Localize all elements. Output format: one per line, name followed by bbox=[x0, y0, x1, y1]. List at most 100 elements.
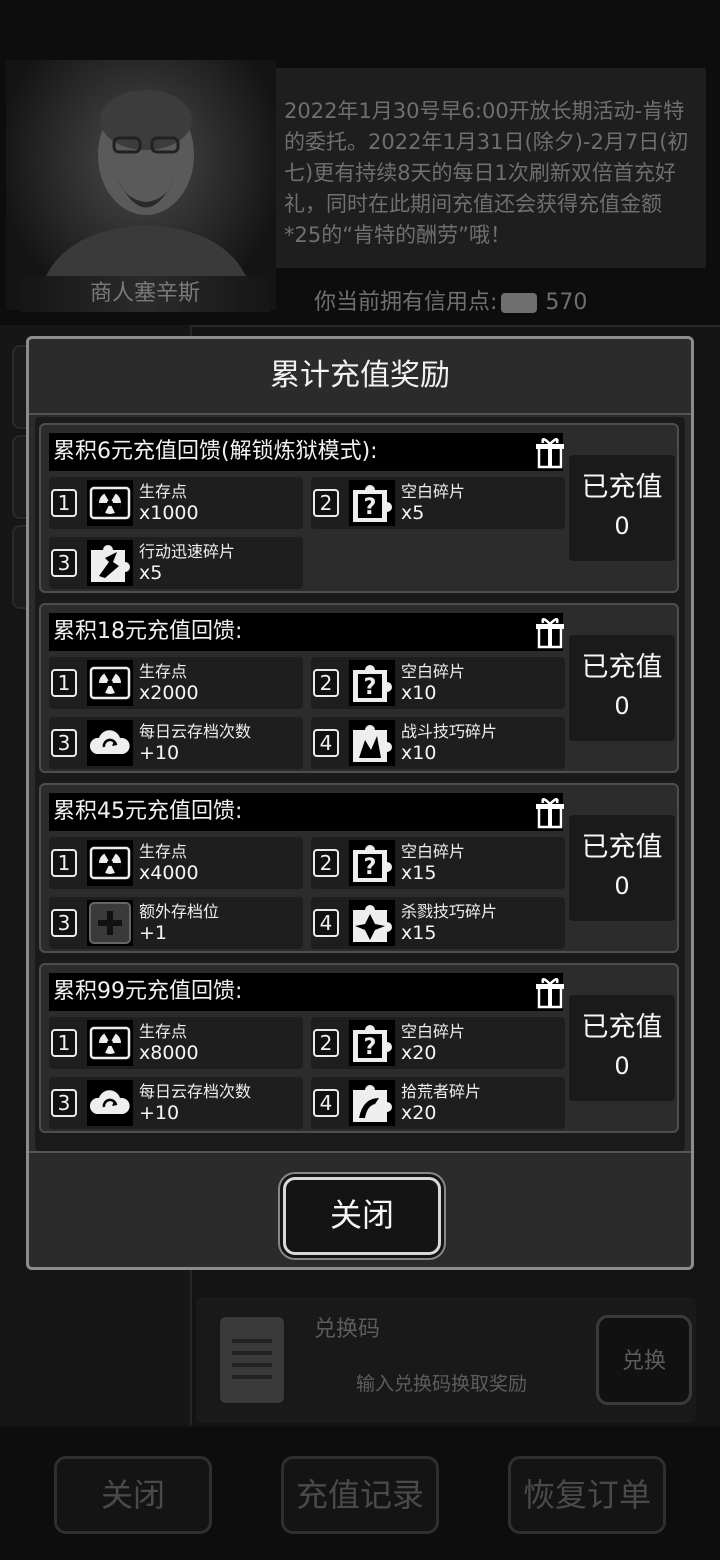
radiation-icon bbox=[87, 480, 133, 526]
gift-icon[interactable] bbox=[533, 795, 567, 829]
reward-name: 每日云存档次数 bbox=[139, 722, 252, 741]
reward-name: 额外存档位 bbox=[139, 902, 220, 921]
reward-quantity: x5 bbox=[401, 502, 425, 524]
reward-index-badge: 2 bbox=[313, 1029, 339, 1057]
reward-index-badge: 2 bbox=[313, 489, 339, 517]
cumulative-recharge-dialog: 累计充值奖励 累积6元充值回馈(解锁炼狱模式): 1 生存点 x1000 2 ? 空白… bbox=[26, 336, 694, 1270]
reward-item[interactable]: 3 行动迅速碎片 x5 bbox=[49, 537, 303, 589]
reward-tier: 累积6元充值回馈(解锁炼狱模式): 1 生存点 x1000 2 ? 空白碎片 x5 3 行… bbox=[39, 423, 679, 593]
svg-text:?: ? bbox=[364, 1035, 377, 1060]
blank-shard-icon: ? bbox=[349, 480, 395, 526]
reward-item[interactable]: 3 额外存档位 +1 bbox=[49, 897, 303, 949]
reward-quantity: x20 bbox=[401, 1042, 437, 1064]
reward-tier-list[interactable]: 累积6元充值回馈(解锁炼狱模式): 1 生存点 x1000 2 ? 空白碎片 x5 3 行… bbox=[35, 417, 685, 1151]
blank-shard-icon: ? bbox=[349, 1020, 395, 1066]
paid-value: 0 bbox=[614, 512, 630, 540]
tier-title-text: 累积6元充值回馈(解锁炼狱模式): bbox=[53, 439, 378, 464]
paid-amount-box: 已充值 0 bbox=[569, 815, 675, 921]
reward-index-badge: 3 bbox=[51, 909, 77, 937]
reward-name: 生存点 bbox=[139, 1022, 188, 1041]
reward-quantity: x10 bbox=[401, 742, 437, 764]
credit-value: 570 bbox=[545, 290, 588, 315]
swift-shard-icon bbox=[87, 540, 133, 586]
combat-shard-icon bbox=[349, 720, 395, 766]
reward-item[interactable]: 4 战斗技巧碎片 x10 bbox=[311, 717, 565, 769]
tier-title-text: 累积45元充值回馈: bbox=[53, 799, 243, 824]
dialog-title: 累计充值奖励 bbox=[29, 339, 691, 415]
reward-index-badge: 2 bbox=[313, 849, 339, 877]
reward-name: 空白碎片 bbox=[401, 1022, 466, 1041]
reward-name: 空白碎片 bbox=[401, 662, 466, 681]
paid-amount-box: 已充值 0 bbox=[569, 995, 675, 1101]
reward-item[interactable]: 1 生存点 x2000 bbox=[49, 657, 303, 709]
paid-amount-box: 已充值 0 bbox=[569, 635, 675, 741]
gift-icon[interactable] bbox=[533, 615, 567, 649]
paid-value: 0 bbox=[614, 1052, 630, 1080]
reward-index-badge: 1 bbox=[51, 1029, 77, 1057]
cloud-icon bbox=[87, 720, 133, 766]
reward-item[interactable]: 1 生存点 x1000 bbox=[49, 477, 303, 529]
paid-amount-box: 已充值 0 bbox=[569, 455, 675, 561]
reward-quantity: +10 bbox=[139, 742, 180, 764]
reward-index-badge: 3 bbox=[51, 1089, 77, 1117]
reward-name: 拾荒者碎片 bbox=[401, 1082, 482, 1101]
blank-shard-icon: ? bbox=[349, 660, 395, 706]
paid-label: 已充值 bbox=[581, 652, 663, 683]
reward-index-badge: 1 bbox=[51, 489, 77, 517]
redeem-code-input[interactable]: 输入兑换码换取奖励 bbox=[356, 1369, 527, 1396]
gift-icon[interactable] bbox=[533, 975, 567, 1009]
reward-quantity: x20 bbox=[401, 1102, 437, 1124]
reward-name: 杀戮技巧碎片 bbox=[401, 902, 498, 921]
reward-tier: 累积99元充值回馈: 1 生存点 x8000 2 ? 空白碎片 x20 3 每日云存档次数… bbox=[39, 963, 679, 1133]
reward-item[interactable]: 2 ? 空白碎片 x20 bbox=[311, 1017, 565, 1069]
reward-item[interactable]: 4 杀戮技巧碎片 x15 bbox=[311, 897, 565, 949]
reward-quantity: x10 bbox=[401, 682, 437, 704]
reward-item[interactable]: 3 每日云存档次数 +10 bbox=[49, 717, 303, 769]
reward-index-badge: 1 bbox=[51, 669, 77, 697]
reward-quantity: +10 bbox=[139, 1102, 180, 1124]
restore-order-button[interactable]: 恢复订单 bbox=[508, 1456, 666, 1534]
redeem-button[interactable]: 兑换 bbox=[596, 1315, 692, 1405]
reward-index-badge: 3 bbox=[51, 549, 77, 577]
reward-item[interactable]: 2 ? 空白碎片 x5 bbox=[311, 477, 565, 529]
dialog-close-button[interactable]: 关闭 bbox=[283, 1177, 441, 1255]
reward-quantity: +1 bbox=[139, 922, 168, 944]
reward-index-badge: 4 bbox=[313, 1089, 339, 1117]
reward-item[interactable]: 4 拾荒者碎片 x20 bbox=[311, 1077, 565, 1129]
svg-text:?: ? bbox=[364, 495, 377, 520]
scavenger-shard-icon bbox=[349, 1080, 395, 1126]
reward-tier: 累积45元充值回馈: 1 生存点 x4000 2 ? 空白碎片 x15 3 额外存档位 +1… bbox=[39, 783, 679, 953]
reward-name: 生存点 bbox=[139, 842, 188, 861]
gift-icon[interactable] bbox=[533, 435, 567, 469]
radiation-icon bbox=[87, 660, 133, 706]
reward-item[interactable]: 1 生存点 x4000 bbox=[49, 837, 303, 889]
reward-name: 空白碎片 bbox=[401, 482, 466, 501]
scroll-icon bbox=[220, 1317, 284, 1403]
reward-name: 每日云存档次数 bbox=[139, 1082, 252, 1101]
bottom-close-button[interactable]: 关闭 bbox=[54, 1456, 212, 1534]
reward-index-badge: 4 bbox=[313, 909, 339, 937]
merchant-portrait bbox=[6, 60, 276, 310]
paid-value: 0 bbox=[614, 872, 630, 900]
reward-item[interactable]: 2 ? 空白碎片 x15 bbox=[311, 837, 565, 889]
reward-index-badge: 1 bbox=[51, 849, 77, 877]
reward-item[interactable]: 1 生存点 x8000 bbox=[49, 1017, 303, 1069]
dialog-footer: 关闭 bbox=[29, 1151, 691, 1269]
reward-quantity: x15 bbox=[401, 862, 437, 884]
reward-item[interactable]: 2 ? 空白碎片 x10 bbox=[311, 657, 565, 709]
reward-item[interactable]: 3 每日云存档次数 +10 bbox=[49, 1077, 303, 1129]
recharge-history-button[interactable]: 充值记录 bbox=[281, 1456, 439, 1534]
redeem-title: 兑换码 bbox=[314, 1317, 381, 1342]
radiation-icon bbox=[87, 1020, 133, 1066]
reward-name: 生存点 bbox=[139, 482, 188, 501]
redeem-code-panel: 兑换码 输入兑换码换取奖励 兑换 bbox=[196, 1297, 696, 1423]
slaughter-shard-icon bbox=[349, 900, 395, 946]
reward-quantity: x2000 bbox=[139, 682, 199, 704]
tier-title: 累积6元充值回馈(解锁炼狱模式): bbox=[49, 433, 564, 471]
reward-index-badge: 4 bbox=[313, 729, 339, 757]
reward-quantity: x5 bbox=[139, 562, 163, 584]
reward-name: 行动迅速碎片 bbox=[139, 542, 236, 561]
reward-tier: 累积18元充值回馈: 1 生存点 x2000 2 ? 空白碎片 x10 3 每日云存档次数… bbox=[39, 603, 679, 773]
tier-title-text: 累积18元充值回馈: bbox=[53, 619, 243, 644]
reward-name: 生存点 bbox=[139, 662, 188, 681]
